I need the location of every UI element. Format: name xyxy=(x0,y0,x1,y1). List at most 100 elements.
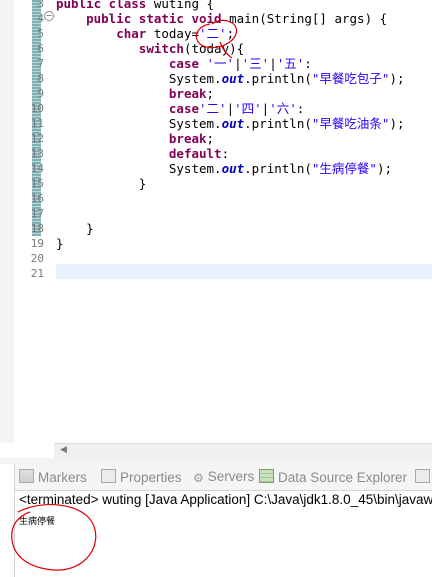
code-token: ); xyxy=(389,71,405,86)
code-token: wuting { xyxy=(153,0,215,11)
tab-datasource-label: Data Source Explorer xyxy=(278,470,408,485)
console-output[interactable]: 生病停餐 xyxy=(19,514,55,527)
console-view: Markers Properties ⚙ Servers Data Source … xyxy=(14,464,432,577)
line-number: 19 xyxy=(30,237,44,250)
tab-data-source-explorer[interactable]: Data Source Explorer xyxy=(259,469,407,485)
console-tab-bar: Markers Properties ⚙ Servers Data Source … xyxy=(15,464,432,491)
code-line[interactable]: break; xyxy=(56,86,214,101)
code-token: '一' xyxy=(206,56,235,71)
code-line[interactable]: System.out.println("早餐吃油条"); xyxy=(56,116,405,131)
code-token: .println( xyxy=(244,161,312,176)
line-number: 7 xyxy=(37,57,44,70)
tab-servers-label: Servers xyxy=(207,469,255,484)
code-token: ; xyxy=(226,26,235,41)
arrow-left-icon[interactable]: ◀ xyxy=(60,445,67,455)
tab-markers-label: Markers xyxy=(38,470,87,485)
code-token: : xyxy=(304,56,312,71)
code-token: case xyxy=(168,56,207,71)
code-token: } xyxy=(56,176,147,191)
code-line[interactable]: case '一'|'三'|'五': xyxy=(56,56,312,71)
code-token: "生病停餐" xyxy=(311,161,377,176)
code-token: break xyxy=(168,86,207,101)
line-number: 9 xyxy=(37,87,44,100)
code-token: '五' xyxy=(276,56,305,71)
code-token: out xyxy=(221,116,245,131)
code-token: ); xyxy=(376,161,393,176)
database-icon xyxy=(259,469,274,483)
line-number: 21 xyxy=(30,267,44,280)
code-token: | xyxy=(269,56,277,71)
tab-servers[interactable]: ⚙ Servers xyxy=(193,469,255,485)
code-line[interactable]: break; xyxy=(56,131,214,146)
line-number: 12 xyxy=(30,132,44,145)
code-line[interactable]: System.out.println("早餐吃包子"); xyxy=(56,71,405,86)
horizontal-scrollbar[interactable]: ◀ xyxy=(54,443,432,458)
line-number: 3 xyxy=(37,0,44,10)
code-line[interactable]: public class wuting { xyxy=(56,0,214,11)
code-token: (today){ xyxy=(183,41,245,56)
line-number: 17 xyxy=(30,207,44,220)
code-token: public class xyxy=(56,0,154,11)
code-token: System. xyxy=(56,71,222,86)
code-line[interactable]: default: xyxy=(56,146,229,161)
code-line[interactable]: case'二'|'四'|'六': xyxy=(56,101,304,116)
code-token: } xyxy=(56,221,94,236)
line-number: 5 xyxy=(37,27,44,40)
code-token: ; xyxy=(206,86,215,101)
code-token: default xyxy=(168,146,222,161)
code-line[interactable]: public static void main(String[] args) { xyxy=(56,11,387,26)
code-line[interactable]: } xyxy=(56,236,64,251)
tab-properties-label: Properties xyxy=(120,470,182,485)
code-token: System. xyxy=(56,161,222,176)
code-token: case xyxy=(168,101,199,116)
overview-ruler xyxy=(0,0,14,443)
line-number: 16 xyxy=(30,192,44,205)
code-token: '六' xyxy=(269,101,297,116)
code-token: : xyxy=(221,146,230,161)
code-token: | xyxy=(234,56,242,71)
line-number: 8 xyxy=(37,72,44,85)
tab-properties[interactable]: Properties xyxy=(101,469,182,485)
code-token: '二' xyxy=(199,101,227,116)
line-number: 11 xyxy=(30,117,44,130)
code-token: ); xyxy=(389,116,405,131)
code-token: "早餐吃包子" xyxy=(311,71,390,86)
markers-icon xyxy=(19,469,34,483)
code-token: ; xyxy=(206,131,215,146)
line-number: 10 xyxy=(30,102,44,115)
line-number: 15 xyxy=(30,177,44,190)
code-token: System. xyxy=(56,116,222,131)
code-token: out xyxy=(221,71,245,86)
code-token: '三' xyxy=(241,56,270,71)
code-token: '四' xyxy=(234,101,262,116)
code-token: : xyxy=(296,101,305,116)
code-line[interactable]: } xyxy=(56,176,147,191)
code-line[interactable]: } xyxy=(56,221,94,236)
code-line[interactable]: char today='二'; xyxy=(56,26,234,41)
servers-icon: ⚙ xyxy=(193,471,204,485)
code-line[interactable]: System.out.println("生病停餐"); xyxy=(56,161,392,176)
code-token: .println( xyxy=(244,71,312,86)
current-line-highlight xyxy=(56,264,432,279)
code-token: | xyxy=(226,101,235,116)
tab-markers[interactable]: Markers xyxy=(19,469,87,485)
overflow-view-icon[interactable] xyxy=(415,469,430,485)
code-token: main(String[] args) { xyxy=(229,11,388,26)
code-token: '二' xyxy=(199,26,227,41)
code-token: break xyxy=(168,131,207,146)
code-token: switch xyxy=(138,41,184,56)
line-number-gutter: 3 4 5 6 7 8 9 10 11 12 13 14 15 16 17 18 19 20 21 xyxy=(14,0,54,443)
code-token: today= xyxy=(153,26,200,41)
fold-toggle-icon[interactable]: − xyxy=(44,11,54,21)
line-number: 20 xyxy=(30,252,44,265)
code-line[interactable]: switch(today){ xyxy=(56,41,244,56)
code-editor[interactable]: 3 4 5 6 7 8 9 10 11 12 13 14 15 16 17 18 19 20 21 − public… xyxy=(0,0,432,458)
code-token: } xyxy=(56,236,64,251)
